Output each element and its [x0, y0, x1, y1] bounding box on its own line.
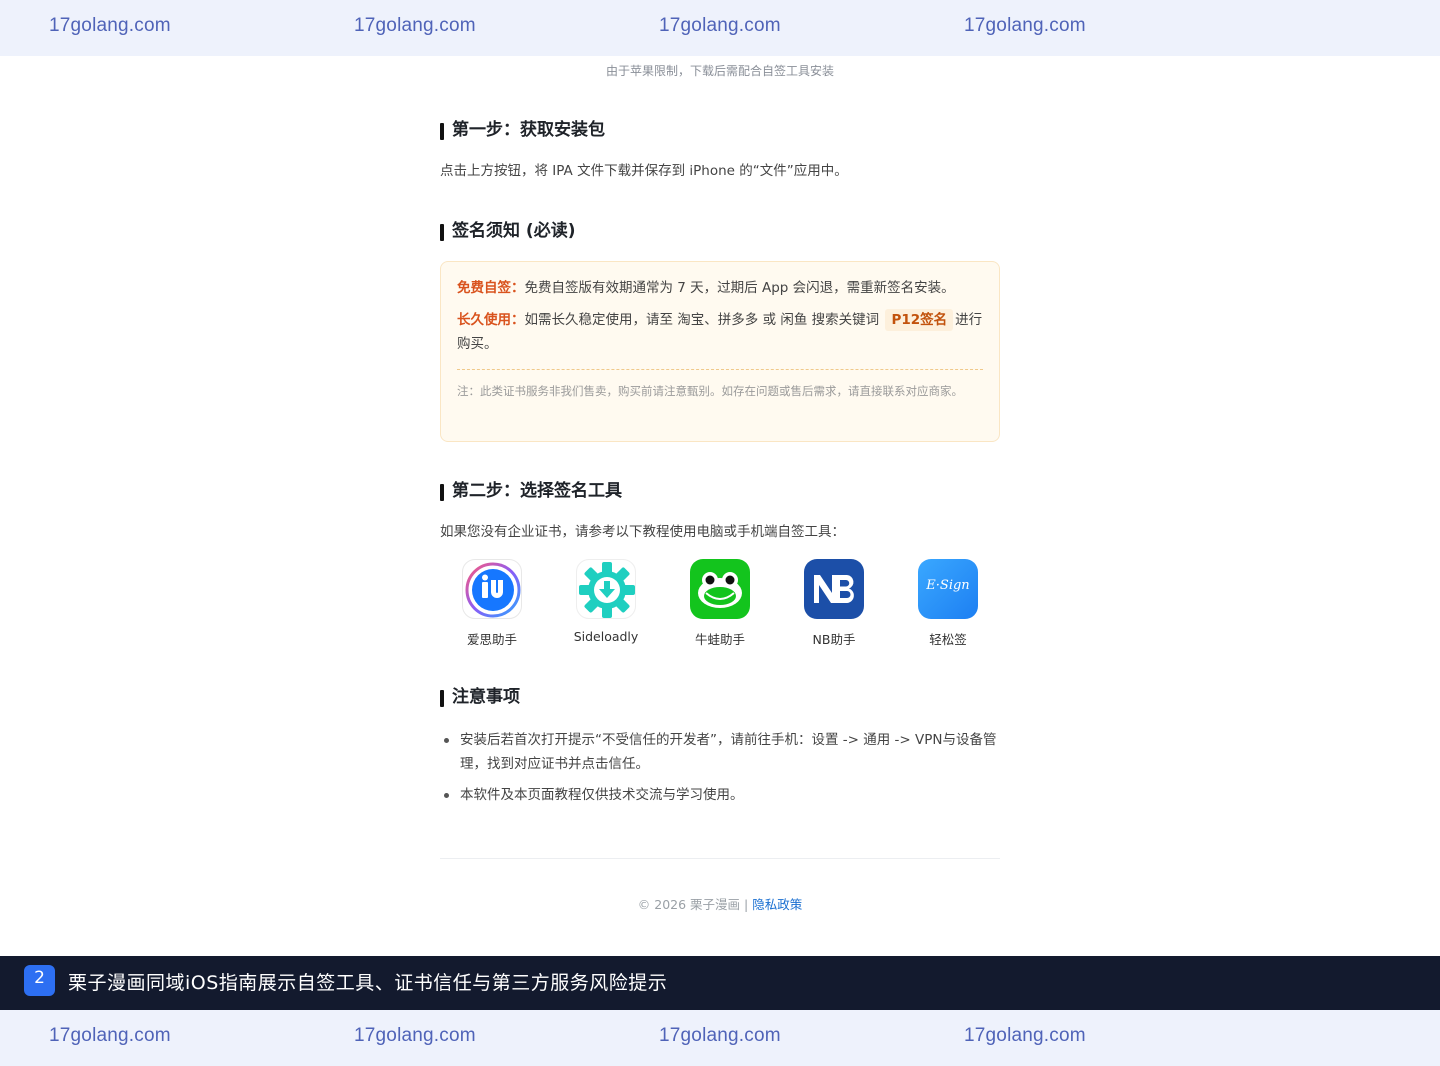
tool-aisi[interactable]: 爱思助手	[440, 559, 544, 648]
sign-notes-box: 免费自签：免费自签版有效期通常为 7 天，过期后 App 会闪退，需重新签名安装…	[440, 261, 1000, 442]
free-sign-line: 免费自签：免费自签版有效期通常为 7 天，过期后 App 会闪退，需重新签名安装…	[457, 276, 983, 300]
cautions-list: 安装后若首次打开提示“不受信任的开发者”，请前往手机：设置 -> 通用 -> V…	[440, 728, 1000, 814]
watermark-text: 17golang.com	[964, 15, 1086, 36]
caption-number-badge: 2	[24, 965, 55, 996]
watermark-text: 17golang.com	[659, 1025, 781, 1046]
esign-logo-text: E·Sign	[926, 578, 970, 593]
tool-label: 爱思助手	[466, 632, 517, 647]
cautions-heading: 注意事项	[440, 687, 520, 707]
step1-heading: 第一步：获取安装包	[440, 120, 605, 140]
page-footer: © 2026 栗子漫画 | 隐私政策	[440, 894, 1000, 913]
watermark-text: 17golang.com	[49, 1025, 171, 1046]
watermark-text: 17golang.com	[49, 15, 171, 36]
step2-text: 如果您没有企业证书，请参考以下教程使用电脑或手机端自签工具：	[440, 524, 845, 540]
tool-frog[interactable]: 牛蛙助手	[668, 559, 772, 648]
tool-label: 牛蛙助手	[694, 632, 745, 647]
long-use-line: 长久使用：如需长久稳定使用，请至 淘宝、拼多多 或 闲鱼 搜索关键词 P12签名…	[457, 308, 983, 356]
tool-nb[interactable]: NB助手	[782, 559, 886, 648]
caption-bar: 2 栗子漫画同域iOS指南展示自签工具、证书信任与第三方服务风险提示	[0, 956, 1440, 1010]
tool-label: NB助手	[812, 632, 856, 647]
tool-esign[interactable]: E·Sign 轻松签	[896, 559, 1000, 648]
apple-restriction-notice: 由于苹果限制，下载后需配合自签工具安装	[605, 64, 834, 78]
tool-label: 轻松签	[929, 632, 967, 647]
sign-tools-list: 爱思助手 Sideloadly 牛蛙助手 NB助手 E·Sign 轻松签	[440, 559, 1000, 659]
frog-icon	[690, 559, 750, 619]
footer-divider	[440, 858, 1000, 859]
esign-icon: E·Sign	[918, 559, 978, 619]
dashed-divider	[457, 369, 983, 370]
tool-label: Sideloadly	[573, 629, 639, 644]
step1-text: 点击上方按钮，将 IPA 文件下载并保存到 iPhone 的“文件”应用中。	[440, 163, 848, 179]
step2-heading: 第二步：选择签名工具	[440, 481, 622, 501]
watermark-text: 17golang.com	[354, 1025, 476, 1046]
disclaimer-text: 注：此类证书服务非我们售卖，购买前请注意甄别。如存在问题或售后需求，请直接联系对…	[457, 384, 963, 398]
free-sign-text: 免费自签版有效期通常为 7 天，过期后 App 会闪退，需重新签名安装。	[524, 280, 955, 296]
sideloadly-icon	[576, 559, 636, 619]
aisi-icon	[462, 559, 522, 619]
long-use-tag: 长久使用：	[457, 312, 525, 328]
list-item: 本软件及本页面教程仅供技术交流与学习使用。	[440, 783, 1000, 807]
long-use-text: 如需长久稳定使用，请至 淘宝、拼多多 或 闲鱼 搜索关键词	[524, 312, 880, 328]
tool-sideloadly[interactable]: Sideloadly	[554, 559, 658, 644]
p12-keyword-badge: P12签名	[885, 309, 954, 331]
watermark-text: 17golang.com	[659, 15, 781, 36]
watermark-bar-bottom: 17golang.com 17golang.com 17golang.com 1…	[0, 1010, 1440, 1066]
list-item: 安装后若首次打开提示“不受信任的开发者”，请前往手机：设置 -> 通用 -> V…	[440, 728, 1000, 776]
nb-icon	[804, 559, 864, 619]
sign-notes-heading: 签名须知 (必读)	[440, 221, 575, 241]
caption-title: 栗子漫画同域iOS指南展示自签工具、证书信任与第三方服务风险提示	[68, 972, 668, 994]
watermark-text: 17golang.com	[964, 1025, 1086, 1046]
copyright-text: © 2026 栗子漫画 |	[637, 897, 753, 912]
watermark-bar-top: 17golang.com 17golang.com 17golang.com 1…	[0, 0, 1440, 56]
privacy-policy-link[interactable]: 隐私政策	[752, 897, 802, 912]
free-sign-tag: 免费自签：	[457, 280, 525, 296]
watermark-text: 17golang.com	[354, 15, 476, 36]
